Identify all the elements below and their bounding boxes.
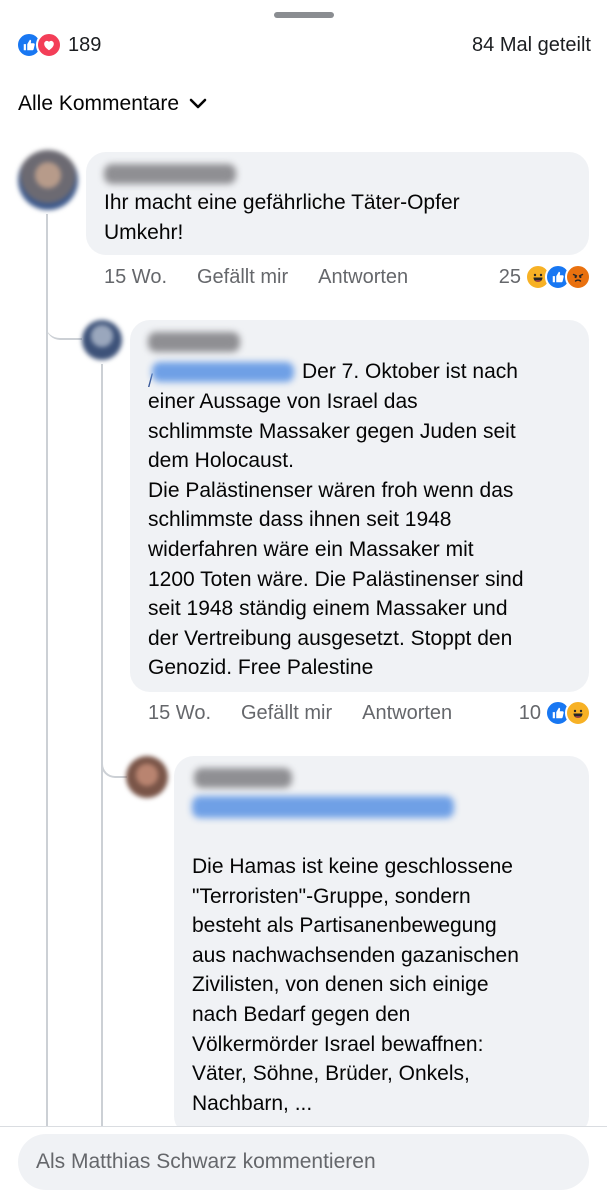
comment-timestamp[interactable]: 15 Wo. — [104, 266, 167, 289]
sheet-drag-handle[interactable] — [274, 12, 334, 18]
comment-reactions[interactable]: 10 — [519, 699, 591, 727]
comment-text: Ihr macht eine gefährliche Täter-Opfer U… — [104, 191, 460, 244]
comment-reactions[interactable]: 25 — [499, 263, 591, 291]
share-count[interactable]: 84 Mal geteilt — [472, 34, 591, 57]
comment-text: Die Hamas ist keine geschlossene "Terror… — [192, 855, 519, 1115]
reaction-icon-stack — [16, 32, 62, 58]
reply-button[interactable]: Antworten — [362, 702, 452, 725]
comment-reaction-count: 10 — [518, 701, 541, 724]
mention-link-redacted[interactable] — [192, 796, 454, 818]
reaction-count-group[interactable]: 189 — [16, 32, 101, 58]
commenter-name-redacted[interactable] — [104, 164, 236, 184]
like-button[interactable]: Gefällt mir — [197, 266, 288, 289]
comment-actions: 15 Wo. Gefällt mir Antworten — [148, 699, 452, 727]
thread-connector-reply2 — [101, 740, 127, 778]
avatar[interactable] — [126, 756, 168, 798]
comment-input-placeholder: Als Matthias Schwarz kommentieren — [36, 1150, 376, 1173]
avatar[interactable] — [18, 150, 78, 210]
comment-input[interactable]: Als Matthias Schwarz kommentieren — [18, 1134, 589, 1190]
reaction-icon-stack — [545, 700, 591, 726]
like-button[interactable]: Gefällt mir — [241, 702, 332, 725]
love-icon — [36, 32, 62, 58]
comment-text-first-line: Der 7. Oktober ist nach — [302, 360, 518, 383]
haha-icon — [565, 700, 591, 726]
comment-timestamp[interactable]: 15 Wo. — [148, 702, 211, 725]
thread-line-main — [46, 214, 48, 1126]
reaction-icon-stack — [525, 264, 591, 290]
comment-text: einer Aussage von Israel das schlimmste … — [148, 390, 524, 680]
comment-actions: 15 Wo. Gefällt mir Antworten — [104, 263, 408, 291]
reaction-summary: 189 84 Mal geteilt — [16, 30, 591, 60]
reply-button[interactable]: Antworten — [318, 266, 408, 289]
comment-filter-label: Alle Kommentare — [18, 92, 180, 115]
chevron-down-icon — [189, 92, 207, 116]
commenter-name-redacted[interactable] — [148, 332, 240, 352]
comment-filter-dropdown[interactable]: Alle Kommentare — [18, 92, 207, 116]
avatar[interactable] — [82, 320, 122, 360]
comment-reaction-count: 25 — [498, 265, 521, 288]
angry-icon — [565, 264, 591, 290]
mention-link-redacted[interactable] — [152, 362, 294, 382]
commenter-name-redacted[interactable] — [194, 768, 292, 788]
reaction-count: 189 — [68, 33, 102, 56]
thread-connector-reply1 — [46, 298, 82, 340]
